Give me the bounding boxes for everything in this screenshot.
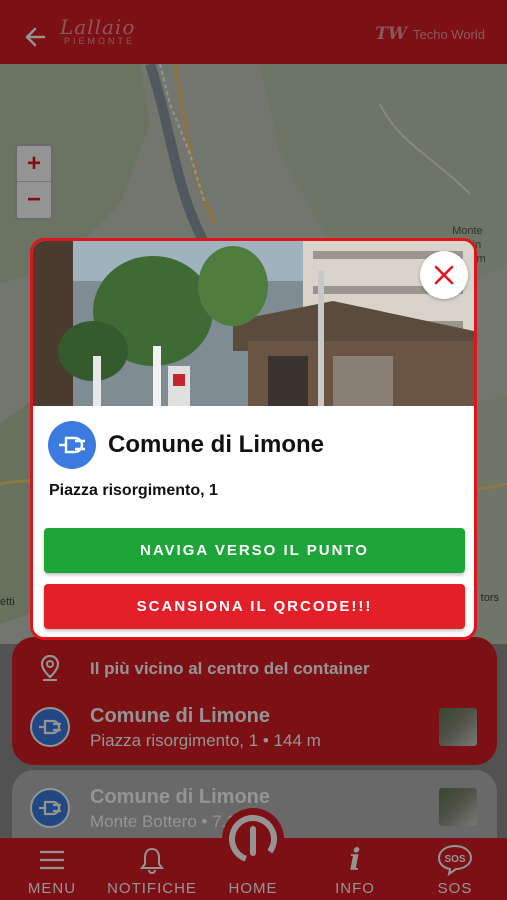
close-button[interactable]	[420, 251, 468, 299]
close-icon	[434, 265, 454, 285]
popup-address: Piazza risorgimento, 1	[49, 482, 218, 499]
poi-popup: Comune di Limone Piazza risorgimento, 1 …	[30, 238, 477, 640]
scan-qrcode-button[interactable]: SCANSIONA IL QRCODE!!!	[44, 584, 465, 629]
plug-icon	[48, 421, 96, 469]
popup-title: Comune di Limone	[108, 431, 324, 458]
poi-photo	[33, 241, 474, 406]
navigate-button[interactable]: NAVIGA VERSO IL PUNTO	[44, 528, 465, 573]
